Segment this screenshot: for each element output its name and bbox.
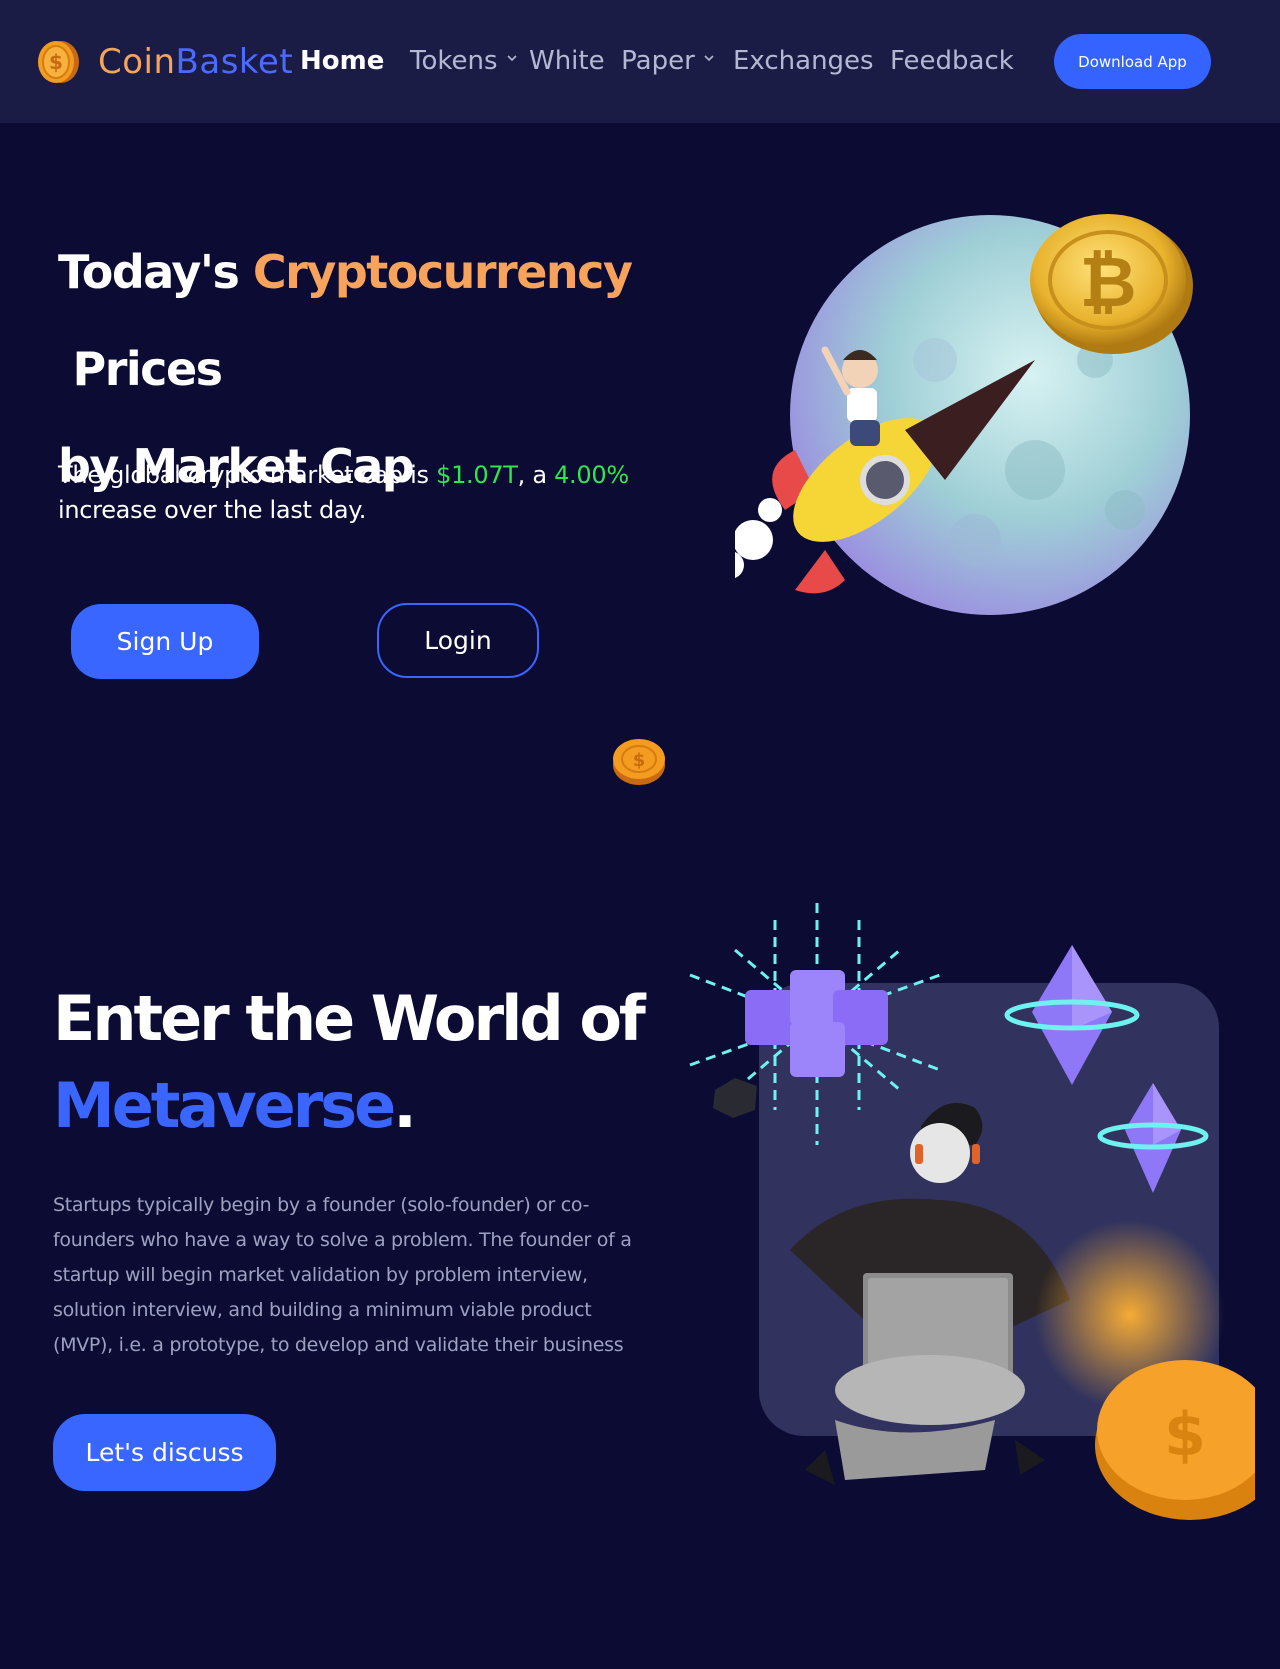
top-navbar: $ CoinBasket Home Tokens White Paper Exc… [0,0,1280,123]
metaverse-illustration: $ [689,903,1255,1520]
brand-name-part1: Coin [98,42,176,82]
svg-text:$: $ [49,50,63,74]
brand-name-part2: Basket [175,42,294,82]
coin-logo-icon: $ [38,41,79,83]
brand-logo[interactable]: $ CoinBasket [36,38,293,86]
nav-feedback[interactable]: Feedback [890,46,1014,76]
brand-name: CoinBasket [98,42,293,82]
nav-tokens-label: Tokens [410,46,498,76]
rocket-planet-illustration: ₿ [735,214,1193,615]
nav-exchanges-label: Exchanges [733,46,874,76]
nav-home[interactable]: Home [300,46,384,76]
download-app-button[interactable]: Download App [1054,34,1211,89]
nav-exchanges[interactable]: Exchanges [733,46,874,76]
login-button[interactable]: Login [377,603,539,678]
desc-mid: , a [517,461,555,489]
metaverse-title-line1: Enter the World of [53,982,646,1055]
desc-prefix: The global crypto market cap is [58,461,437,489]
svg-text:$: $ [1164,1400,1206,1470]
dark-rock-shape [713,1078,757,1118]
metaverse-title-dot: . [393,1069,417,1142]
desc-suffix: increase over the last day. [58,496,367,524]
market-cap-change: 4.00% [554,461,629,489]
nav-white-paper[interactable]: White Paper [529,46,715,76]
svg-text:$: $ [633,750,646,771]
market-cap-value: $1.07T [436,461,518,489]
market-cap-summary: The global crypto market cap is $1.07T, … [58,458,629,528]
hero-title-part2: Prices [58,342,224,396]
chevron-down-icon [506,55,517,62]
metaverse-title: Enter the World of Metaverse. [53,975,673,1149]
nav-feedback-label: Feedback [890,46,1014,76]
nav-tokens[interactable]: Tokens [410,46,518,76]
nav-home-label: Home [300,46,385,76]
hero-title-part1: Today's [58,245,253,299]
floating-coin-icon: $ [613,739,665,785]
hero-title-accent: Cryptocurrency [252,245,633,299]
svg-text:₿: ₿ [1079,241,1136,323]
chevron-down-icon [704,55,714,62]
lets-discuss-button[interactable]: Let's discuss [53,1414,276,1491]
gold-coin-shape: $ [1035,1220,1255,1520]
sign-up-button[interactable]: Sign Up [71,604,259,679]
metaverse-title-accent: Metaverse [53,1069,396,1142]
nav-white-paper-label: White Paper [529,46,695,76]
metaverse-description: Startups typically begin by a founder (s… [53,1194,632,1356]
